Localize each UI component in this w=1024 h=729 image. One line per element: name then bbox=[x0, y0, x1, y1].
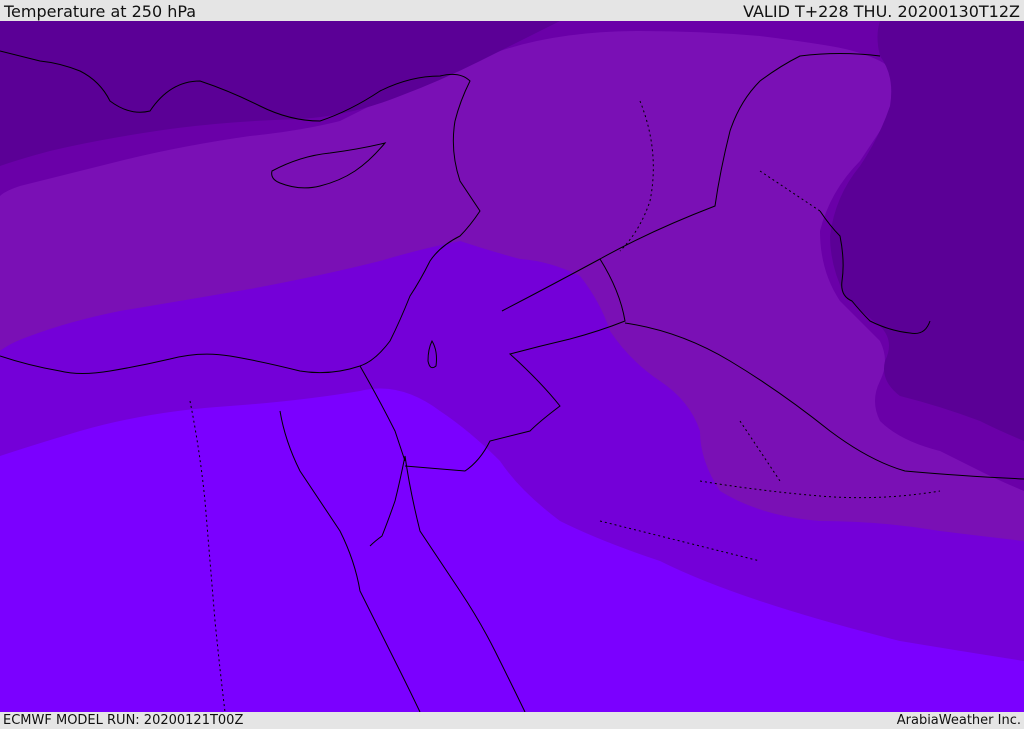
temperature-map-svg bbox=[0, 21, 1024, 712]
valid-time-label: VALID T+228 THU. 20200130T12Z bbox=[743, 2, 1020, 21]
weather-map[interactable] bbox=[0, 21, 1024, 712]
credit-label: ArabiaWeather Inc. bbox=[896, 713, 1021, 728]
map-title: Temperature at 250 hPa bbox=[4, 2, 197, 21]
map-footer: ECMWF MODEL RUN: 20200121T00Z ArabiaWeat… bbox=[0, 712, 1024, 729]
model-run-label: ECMWF MODEL RUN: 20200121T00Z bbox=[3, 713, 244, 728]
map-header: Temperature at 250 hPa VALID T+228 THU. … bbox=[0, 0, 1024, 21]
